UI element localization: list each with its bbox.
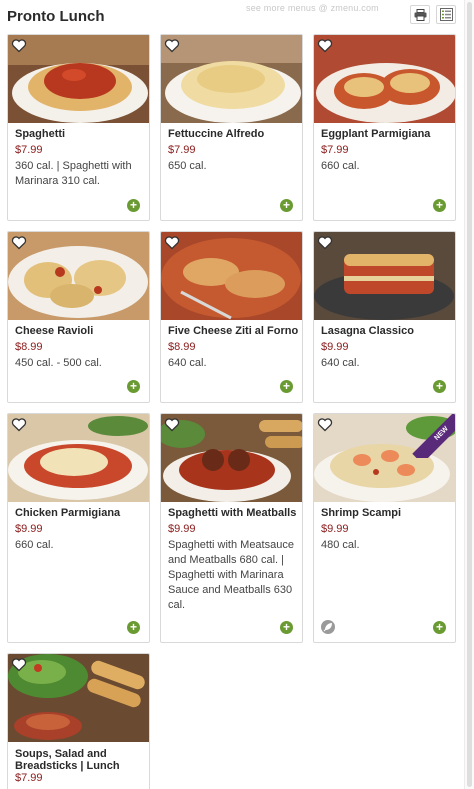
item-name: Fettuccine Alfredo: [168, 128, 265, 140]
add-button[interactable]: +: [127, 621, 140, 634]
dish-photo: [161, 35, 302, 123]
item-name: Eggplant Parmigiana: [321, 128, 431, 140]
printer-icon: [414, 8, 426, 21]
item-calories: 660 cal.: [321, 160, 360, 172]
heart-icon[interactable]: [11, 657, 27, 672]
item-name: Cheese Ravioli: [15, 325, 94, 337]
dish-photo: [161, 414, 302, 502]
item-price: $7.99: [168, 144, 196, 156]
item-name: Chicken Parmigiana: [15, 507, 121, 519]
heart-icon[interactable]: [164, 38, 180, 53]
page-title: Pronto Lunch: [7, 8, 105, 25]
add-button[interactable]: +: [280, 199, 293, 212]
plus-icon: +: [435, 198, 443, 212]
plus-icon: +: [129, 198, 137, 212]
leaf-icon: [321, 620, 335, 634]
item-name: Shrimp Scampi: [321, 507, 402, 519]
menu-item-card[interactable]: Lasagna Classico $9.99 640 cal. +: [313, 231, 456, 403]
item-name: Spaghetti: [15, 128, 66, 140]
item-name: Soups, Salad and Breadsticks | Lunch: [15, 748, 120, 772]
watermark: see more menus @ zmenu.com: [246, 3, 379, 13]
add-button[interactable]: +: [433, 621, 446, 634]
header: Pronto Lunch see more menus @ zmenu.com: [0, 0, 474, 32]
new-badge: NEW: [411, 414, 455, 458]
item-calories: 650 cal.: [168, 160, 207, 172]
item-name: Five Cheese Ziti al Forno: [168, 325, 299, 337]
dish-photo: [8, 35, 149, 123]
plus-icon: +: [129, 620, 137, 634]
item-price: $9.99: [321, 341, 349, 353]
item-calories: 640 cal.: [321, 357, 360, 369]
item-price: $9.99: [321, 523, 349, 535]
item-price: $7.99: [321, 144, 349, 156]
add-button[interactable]: +: [433, 380, 446, 393]
item-calories: 480 cal.: [321, 539, 360, 551]
add-button[interactable]: +: [127, 199, 140, 212]
item-name: Lasagna Classico: [321, 325, 414, 337]
heart-icon[interactable]: [164, 417, 180, 432]
item-price: $9.99: [168, 523, 196, 535]
item-price: $8.99: [168, 341, 196, 353]
heart-icon[interactable]: [11, 235, 27, 250]
heart-icon[interactable]: [164, 235, 180, 250]
add-button[interactable]: +: [280, 621, 293, 634]
menu-item-card[interactable]: Spaghetti $7.99 360 cal. | Spaghetti wit…: [7, 34, 150, 221]
list-view-button[interactable]: [436, 5, 456, 24]
list-view-icon: [439, 8, 453, 21]
menu-item-card[interactable]: NEW Shrimp Scampi $9.99 480 cal. +: [313, 413, 456, 643]
menu-item-card[interactable]: Five Cheese Ziti al Forno $8.99 640 cal.…: [160, 231, 303, 403]
item-calories: 450 cal. - 500 cal.: [15, 357, 102, 369]
dish-photo: [8, 414, 149, 502]
plus-icon: +: [129, 379, 137, 393]
add-button[interactable]: +: [127, 380, 140, 393]
item-calories: 660 cal.: [15, 539, 54, 551]
plus-icon: +: [282, 620, 290, 634]
item-price: $7.99: [15, 144, 43, 156]
add-button[interactable]: +: [280, 380, 293, 393]
menu-item-card[interactable]: Fettuccine Alfredo $7.99 650 cal. +: [160, 34, 303, 221]
item-calories: Spaghetti with Meatsauce and Meatballs 6…: [168, 539, 294, 611]
item-price: $8.99: [15, 341, 43, 353]
plus-icon: +: [435, 620, 443, 634]
item-name: Spaghetti with Meatballs: [168, 507, 297, 519]
heart-icon[interactable]: [11, 38, 27, 53]
item-price: $7.99: [15, 772, 43, 784]
dish-photo: [161, 232, 302, 320]
plus-icon: +: [282, 379, 290, 393]
plus-icon: +: [282, 198, 290, 212]
item-calories: 640 cal.: [168, 357, 207, 369]
scrollbar[interactable]: [464, 0, 474, 789]
dish-photo: [8, 654, 149, 742]
heart-icon[interactable]: [11, 417, 27, 432]
item-price: $9.99: [15, 523, 43, 535]
menu-item-card[interactable]: Cheese Ravioli $8.99 450 cal. - 500 cal.…: [7, 231, 150, 403]
menu-item-card[interactable]: Soups, Salad and Breadsticks | Lunch $7.…: [7, 653, 150, 789]
plus-icon: +: [435, 379, 443, 393]
print-button[interactable]: [410, 5, 430, 24]
add-button[interactable]: +: [433, 199, 446, 212]
heart-icon[interactable]: [317, 235, 333, 250]
dish-photo: [314, 232, 455, 320]
scrollbar-thumb[interactable]: [467, 2, 472, 787]
heart-icon[interactable]: [317, 417, 333, 432]
heart-icon[interactable]: [317, 38, 333, 53]
menu-item-card[interactable]: Eggplant Parmigiana $7.99 660 cal. +: [313, 34, 456, 221]
dish-photo: [8, 232, 149, 320]
menu-item-card[interactable]: Chicken Parmigiana $9.99 660 cal. +: [7, 413, 150, 643]
menu-item-card[interactable]: Spaghetti with Meatballs $9.99 Spaghetti…: [160, 413, 303, 643]
dish-photo: [314, 35, 455, 123]
item-calories: 360 cal. | Spaghetti with Marinara 310 c…: [15, 160, 132, 187]
